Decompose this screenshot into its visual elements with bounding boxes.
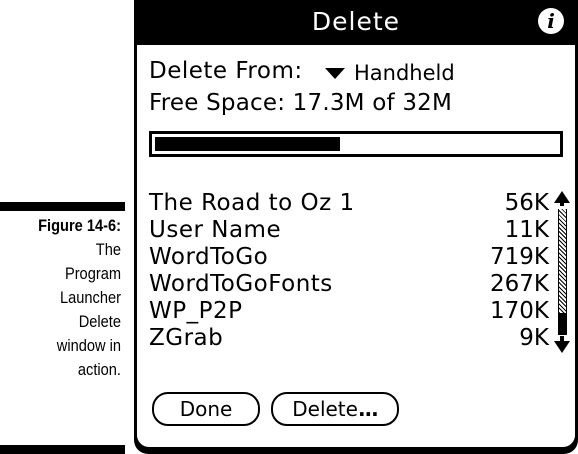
title-bar: Delete i — [134, 0, 578, 45]
free-space-bar — [149, 131, 563, 157]
caption-line: Launcher — [60, 288, 121, 307]
triangle-down-icon — [325, 67, 345, 79]
delete-button-label: Delete — [292, 397, 358, 421]
caption-line: action. — [77, 360, 121, 379]
caption-line: Delete — [78, 312, 121, 331]
scroll-track[interactable] — [558, 209, 567, 313]
app-name: WordToGoFonts — [149, 271, 333, 297]
free-space-label: Free Space: 17.3M of 32M — [149, 90, 453, 116]
list-item[interactable]: WordToGo 719K — [149, 244, 549, 271]
app-size: 11K — [504, 217, 549, 243]
app-size: 267K — [490, 271, 549, 297]
app-size: 9K — [519, 325, 549, 351]
app-name: WordToGo — [149, 244, 269, 270]
delete-button-ellipsis: ... — [357, 397, 379, 421]
delete-window: Delete i Delete From: Handheld Free Spac… — [134, 0, 578, 454]
app-name: User Name — [149, 217, 282, 243]
done-button[interactable]: Done — [152, 392, 260, 426]
list-item[interactable]: The Road to Oz 1 56K — [149, 190, 549, 217]
list-item[interactable]: ZGrab 9K — [149, 325, 549, 352]
list-scrollbar[interactable] — [553, 191, 571, 359]
scroll-down-arrow-icon[interactable] — [554, 341, 570, 353]
caption-top-rule — [0, 202, 125, 211]
window-title: Delete — [311, 7, 401, 36]
delete-from-value: Handheld — [354, 61, 455, 85]
scroll-up-stem — [560, 202, 564, 206]
list-item[interactable]: WP_P2P 170K — [149, 298, 549, 325]
app-size: 56K — [504, 190, 549, 216]
scroll-thumb[interactable] — [558, 313, 567, 335]
app-size: 719K — [490, 244, 549, 270]
free-space-bar-fill — [155, 137, 340, 151]
app-size: 170K — [490, 298, 549, 324]
figure-label: Figure 14-6: — [38, 216, 121, 235]
caption-line: The — [95, 240, 121, 259]
delete-from-dropdown[interactable]: Handheld — [325, 59, 455, 87]
app-name: ZGrab — [149, 325, 224, 351]
app-list: The Road to Oz 1 56K User Name 11K WordT… — [149, 190, 549, 352]
app-name: WP_P2P — [149, 298, 243, 324]
delete-from-label: Delete From: — [149, 58, 303, 84]
caption-line: window in — [56, 336, 121, 355]
list-item[interactable]: WordToGoFonts 267K — [149, 271, 549, 298]
caption-bottom-rule — [0, 445, 125, 454]
list-item[interactable]: User Name 11K — [149, 217, 549, 244]
figure-caption: Figure 14-6: The Program Launcher Delete… — [17, 214, 121, 382]
app-name: The Road to Oz 1 — [149, 190, 355, 216]
caption-line: Program — [64, 264, 121, 283]
info-icon[interactable]: i — [538, 8, 564, 34]
window-body: Delete From: Handheld Free Space: 17.3M … — [137, 45, 575, 447]
delete-button[interactable]: Delete... — [271, 392, 399, 426]
